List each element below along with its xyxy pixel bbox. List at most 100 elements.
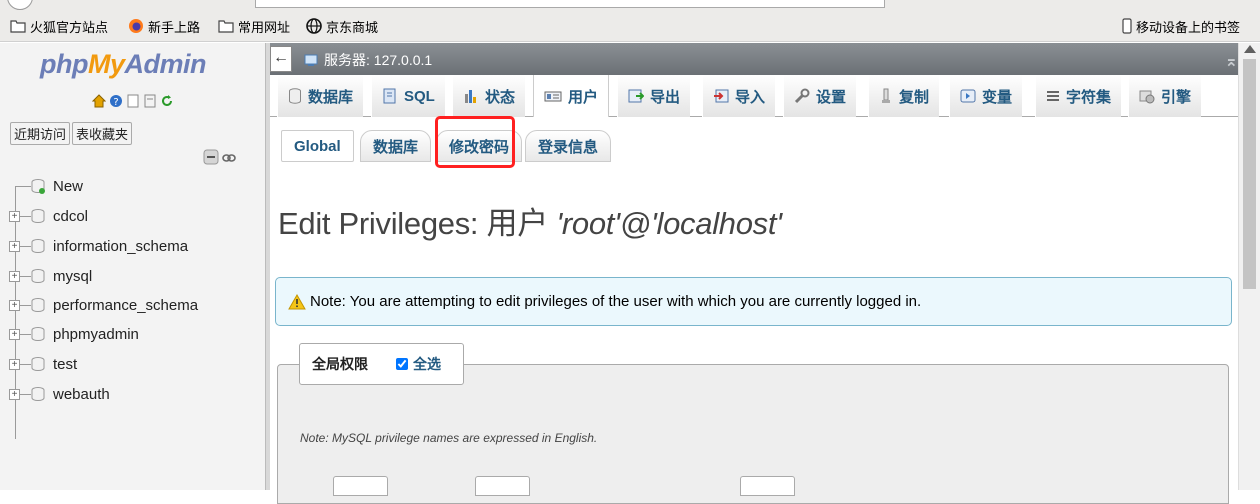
export-icon (628, 89, 644, 103)
bookmark-label: 常用网址 (238, 19, 291, 35)
tab-label: 状态 (485, 88, 516, 106)
tab-databases[interactable]: 数据库 (277, 75, 364, 117)
mobile-bookmarks[interactable]: 移动设备上的书签 (1122, 16, 1240, 36)
vertical-scrollbar[interactable] (1238, 43, 1260, 490)
tree-item-label: phpmyadmin (53, 326, 139, 343)
firefox-icon (129, 19, 143, 33)
scroll-top-icon[interactable]: ⌅ (1225, 51, 1238, 71)
check-all-checkbox[interactable] (396, 358, 408, 370)
charset-icon (1047, 91, 1059, 101)
database-icon (31, 387, 45, 402)
bookmark-label: 新手上路 (148, 19, 201, 35)
bookmark-item[interactable]: 京东商城 (306, 16, 378, 36)
server-link[interactable]: 服务器: 127.0.0.1 (304, 50, 432, 70)
expand-icon[interactable]: + (9, 389, 20, 400)
database-icon (31, 209, 45, 224)
tab-label: 字符集 (1066, 88, 1112, 106)
notice-message: Note: You are attempting to edit privile… (275, 277, 1232, 326)
tree-item-label: cdcol (53, 208, 89, 225)
phpmyadmin-logo[interactable]: phpMyAdmin (40, 49, 206, 80)
tree-item-phpmyadmin[interactable]: + phpmyadmin (0, 324, 265, 346)
tab-charsets[interactable]: 字符集 (1035, 75, 1122, 117)
tree-item-mysql[interactable]: + mysql (0, 266, 265, 288)
logo-php: php (40, 49, 88, 79)
bookmark-item[interactable]: 新手上路 (128, 16, 200, 36)
scroll-up-arrow[interactable] (1244, 45, 1256, 53)
top-menu: 数据库 SQL 状态 用户 导出 导入 设置 复制 变量 字符集 引擎 (270, 75, 1238, 117)
subtab-login-information[interactable]: 登录信息 (525, 130, 612, 162)
tree-item-information-schema[interactable]: + information_schema (0, 236, 265, 258)
engine-icon (1139, 90, 1155, 104)
bookmark-item[interactable]: 常用网址 (218, 16, 290, 36)
expand-icon[interactable]: + (9, 241, 20, 252)
tab-label: 设置 (816, 88, 847, 106)
tree-item-label: webauth (53, 386, 110, 403)
bookmark-item[interactable]: 火狐官方站点 (10, 16, 108, 36)
expand-icon[interactable]: + (9, 359, 20, 370)
replication-icon (882, 88, 890, 103)
mobile-device-icon (1122, 18, 1132, 34)
tab-engines[interactable]: 引擎 (1128, 75, 1202, 117)
recent-tables-tab[interactable]: 近期访问 (10, 122, 71, 145)
database-icon (31, 269, 45, 284)
tree-item-label: mysql (53, 268, 93, 285)
database-icon (31, 327, 45, 342)
expand-icon[interactable]: + (9, 271, 20, 282)
tree-item-label: information_schema (53, 238, 189, 255)
tab-users[interactable]: 用户 (533, 75, 610, 117)
tab-variables[interactable]: 变量 (949, 75, 1023, 117)
tab-sql[interactable]: SQL (371, 75, 445, 117)
tab-status[interactable]: 状态 (452, 75, 526, 117)
tree-item-test[interactable]: + test (0, 354, 265, 376)
link-icon[interactable] (222, 151, 236, 166)
red-highlight-box (435, 116, 515, 168)
tab-label: 用户 (568, 88, 599, 106)
url-bar[interactable] (255, 0, 885, 8)
subtab-global[interactable]: Global (281, 130, 354, 162)
tab-replication[interactable]: 复制 (868, 75, 940, 117)
scrollbar-thumb[interactable] (1243, 59, 1256, 289)
collapse-panel-button[interactable]: ← (270, 46, 292, 72)
check-all[interactable]: 全选 (376, 354, 441, 374)
expand-icon[interactable]: + (9, 211, 20, 222)
tree-item-webauth[interactable]: + webauth (0, 384, 265, 406)
server-breadcrumb: ← 服务器: 127.0.0.1 ⌅ (270, 43, 1260, 75)
tab-import[interactable]: 导入 (702, 75, 776, 117)
bookmark-label: 火狐官方站点 (30, 19, 109, 35)
server-icon (304, 54, 318, 66)
help-icon[interactable]: ? (109, 94, 123, 108)
users-icon (544, 91, 562, 102)
expand-icon[interactable]: + (9, 300, 20, 311)
navigation-icons: ? (91, 94, 174, 108)
tab-settings[interactable]: 设置 (783, 75, 857, 117)
folder-icon (10, 20, 26, 33)
logo-my: My (87, 49, 125, 79)
subtab-database[interactable]: 数据库 (360, 130, 432, 162)
tree-item-label: test (53, 356, 78, 373)
expand-icon[interactable]: + (9, 329, 20, 340)
tab-export[interactable]: 导出 (617, 75, 691, 117)
database-icon (31, 298, 45, 313)
tree-item-new[interactable]: New (0, 176, 265, 198)
check-all-label[interactable]: 全选 (413, 354, 441, 374)
favorite-tables-tab[interactable]: 表收藏夹 (72, 122, 133, 145)
home-icon[interactable] (91, 94, 107, 108)
sql-icon (383, 88, 396, 104)
collapse-all-icon[interactable] (203, 149, 219, 168)
docs-icon[interactable] (126, 94, 140, 108)
tree-item-label: performance_schema (53, 297, 199, 314)
page-title: Edit Privileges: 用户 'root'@'localhost' (278, 198, 782, 243)
legend-label: 全局权限 (312, 356, 368, 372)
tree-item-performance-schema[interactable]: + performance_schema (0, 295, 265, 317)
tab-label: SQL (404, 87, 435, 105)
back-button[interactable] (7, 0, 33, 10)
reload-icon[interactable] (160, 94, 174, 108)
settings-icon[interactable] (143, 94, 157, 108)
tab-label: 导入 (735, 88, 766, 106)
title-user: 'root'@'localhost' (556, 206, 782, 241)
globe-icon (306, 18, 322, 34)
variables-icon (960, 89, 976, 103)
tree-item-cdcol[interactable]: + cdcol (0, 206, 265, 228)
server-label: 服务器: 127.0.0.1 (324, 52, 433, 68)
database-icon (31, 357, 45, 372)
